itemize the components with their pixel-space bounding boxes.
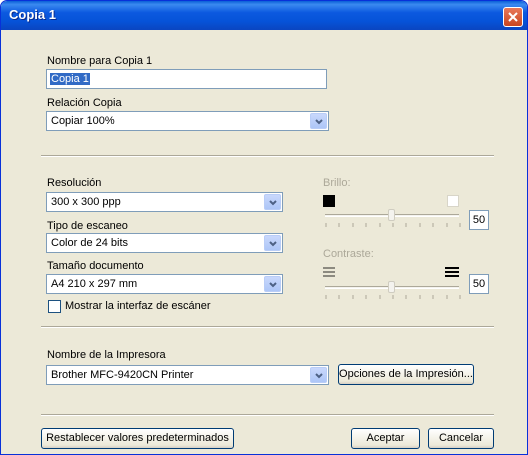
separator bbox=[41, 414, 494, 416]
chevron-down-icon bbox=[315, 119, 323, 125]
contrast-label: Contraste: bbox=[323, 248, 374, 260]
brightness-ticks bbox=[325, 223, 461, 227]
chevron-down-icon bbox=[269, 282, 277, 288]
printer-value: Brother MFC-9420CN Printer bbox=[51, 369, 194, 381]
close-button[interactable] bbox=[503, 7, 523, 27]
chevron-down-icon bbox=[315, 373, 323, 379]
name-label: Nombre para Copia 1 bbox=[47, 55, 153, 67]
scan-type-value: Color de 24 bits bbox=[51, 237, 129, 249]
show-scanner-ui-checkbox[interactable] bbox=[48, 300, 61, 313]
title-bar[interactable]: Copia 1 bbox=[1, 1, 527, 30]
doc-size-select[interactable]: A4 210 x 297 mm bbox=[46, 274, 283, 294]
ok-button[interactable]: Aceptar bbox=[351, 428, 420, 449]
scan-type-dropdown-button[interactable] bbox=[264, 235, 281, 251]
ratio-value: Copiar 100% bbox=[51, 115, 115, 127]
name-input-value: Copia 1 bbox=[50, 73, 90, 85]
print-options-button[interactable]: Opciones de la Impresión... bbox=[338, 364, 474, 385]
contrast-value-box: 50 bbox=[469, 274, 489, 294]
doc-size-dropdown-button[interactable] bbox=[264, 276, 281, 292]
reset-defaults-button[interactable]: Restablecer valores predeterminados bbox=[41, 428, 234, 449]
name-input[interactable]: Copia 1 bbox=[46, 69, 327, 89]
brightness-value-box: 50 bbox=[469, 210, 489, 230]
brightness-label: Brillo: bbox=[323, 177, 351, 189]
contrast-value: 50 bbox=[472, 278, 486, 290]
light-swatch-icon bbox=[447, 195, 459, 207]
dialog-window: Copia 1 Nombre para Copia 1 Copia 1 Rela… bbox=[0, 0, 528, 455]
brightness-value: 50 bbox=[472, 214, 486, 226]
separator bbox=[41, 326, 494, 328]
doc-size-value: A4 210 x 297 mm bbox=[51, 278, 138, 290]
printer-label: Nombre de la Impresora bbox=[47, 349, 166, 361]
contrast-slider-thumb[interactable] bbox=[388, 281, 395, 293]
separator bbox=[41, 155, 494, 157]
resolution-dropdown-button[interactable] bbox=[264, 194, 281, 210]
chevron-down-icon bbox=[269, 200, 277, 206]
low-contrast-icon bbox=[323, 266, 335, 278]
printer-dropdown-button[interactable] bbox=[310, 367, 327, 383]
high-contrast-icon bbox=[445, 267, 459, 277]
doc-size-label: Tamaño documento bbox=[47, 260, 144, 272]
brightness-slider-thumb[interactable] bbox=[388, 209, 395, 221]
dark-swatch-icon bbox=[323, 195, 335, 207]
chevron-down-icon bbox=[269, 241, 277, 247]
ratio-label: Relación Copia bbox=[47, 97, 122, 109]
contrast-ticks bbox=[325, 295, 461, 299]
resolution-select[interactable]: 300 x 300 ppp bbox=[46, 192, 283, 212]
ratio-select[interactable]: Copiar 100% bbox=[46, 111, 329, 131]
scan-type-label: Tipo de escaneo bbox=[47, 220, 128, 232]
ratio-dropdown-button[interactable] bbox=[310, 113, 327, 129]
resolution-label: Resolución bbox=[47, 177, 102, 189]
show-scanner-ui-label: Mostrar la interfaz de escáner bbox=[65, 300, 211, 312]
window-title: Copia 1 bbox=[9, 7, 56, 22]
resolution-value: 300 x 300 ppp bbox=[51, 196, 121, 208]
close-icon bbox=[508, 12, 518, 22]
printer-select[interactable]: Brother MFC-9420CN Printer bbox=[46, 365, 329, 385]
scan-type-select[interactable]: Color de 24 bits bbox=[46, 233, 283, 253]
cancel-button[interactable]: Cancelar bbox=[428, 428, 494, 449]
